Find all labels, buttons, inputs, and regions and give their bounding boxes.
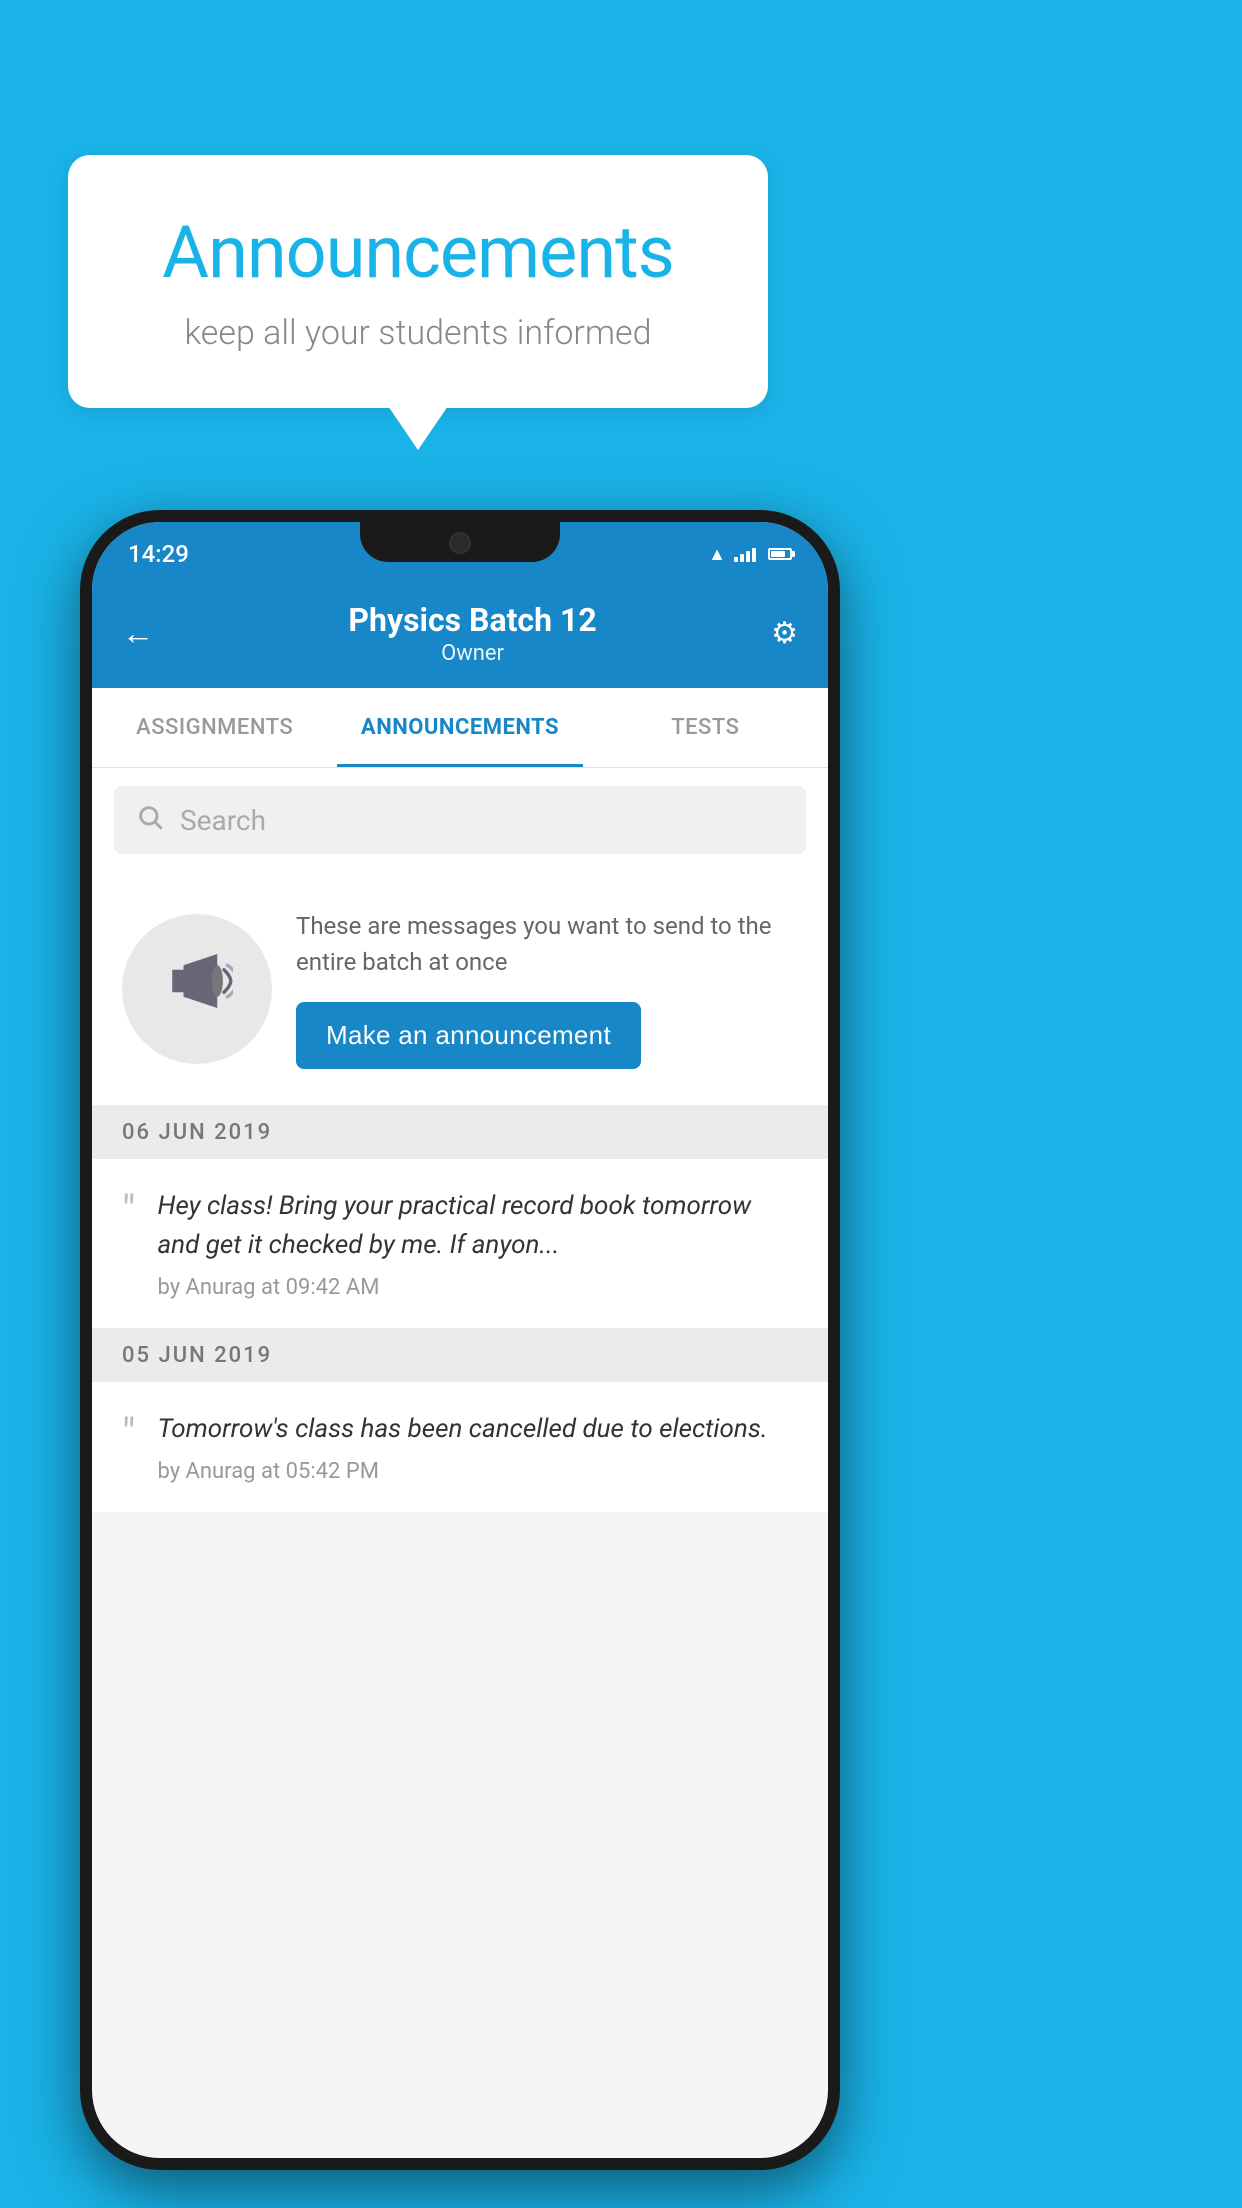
promo-description: These are messages you want to send to t… xyxy=(296,908,798,980)
announcements-subtitle: keep all your students informed xyxy=(128,313,708,353)
batch-title: Physics Batch 12 xyxy=(174,601,771,639)
quote-icon-2: " xyxy=(122,1414,135,1456)
date-separator-2: 05 JUN 2019 xyxy=(92,1329,828,1382)
battery-icon xyxy=(768,548,792,560)
promo-content: These are messages you want to send to t… xyxy=(296,908,798,1069)
wifi-icon: ▲ xyxy=(708,544,726,565)
phone-outer: 14:29 ▲ xyxy=(80,510,840,2170)
megaphone-icon xyxy=(161,945,233,1033)
search-icon xyxy=(136,803,164,838)
search-section: Search xyxy=(92,768,828,872)
announcement-text-1: Hey class! Bring your practical record b… xyxy=(157,1187,798,1265)
status-icons: ▲ xyxy=(708,544,792,565)
promo-icon-circle xyxy=(122,914,272,1064)
make-announcement-button[interactable]: Make an announcement xyxy=(296,1002,641,1069)
speech-bubble: Announcements keep all your students inf… xyxy=(68,155,768,408)
quote-icon-1: " xyxy=(122,1191,135,1233)
app-bar: ← Physics Batch 12 Owner ⚙ xyxy=(92,578,828,688)
phone-screen: 14:29 ▲ xyxy=(92,522,828,2158)
announcement-content-1: Hey class! Bring your practical record b… xyxy=(157,1187,798,1300)
tab-tests[interactable]: TESTS xyxy=(583,688,828,767)
speech-bubble-wrapper: Announcements keep all your students inf… xyxy=(68,155,768,408)
date-label-2: 05 JUN 2019 xyxy=(122,1343,272,1368)
tab-indicator xyxy=(337,764,582,767)
announcements-title: Announcements xyxy=(128,210,708,295)
settings-button[interactable]: ⚙ xyxy=(771,616,798,651)
announcement-item-1[interactable]: " Hey class! Bring your practical record… xyxy=(92,1159,828,1329)
signal-icon xyxy=(734,546,756,562)
date-label-1: 06 JUN 2019 xyxy=(122,1120,272,1145)
announcement-item-2[interactable]: " Tomorrow's class has been cancelled du… xyxy=(92,1382,828,1513)
announcement-text-2: Tomorrow's class has been cancelled due … xyxy=(157,1410,767,1449)
phone-camera xyxy=(449,532,471,554)
phone-notch xyxy=(360,522,560,562)
back-button[interactable]: ← xyxy=(122,614,154,652)
tabs-bar: ASSIGNMENTS ANNOUNCEMENTS TESTS xyxy=(92,688,828,768)
announcement-meta-2: by Anurag at 05:42 PM xyxy=(157,1459,767,1484)
search-input[interactable]: Search xyxy=(180,804,266,837)
date-separator-1: 06 JUN 2019 xyxy=(92,1106,828,1159)
search-input-wrap[interactable]: Search xyxy=(114,786,806,854)
announcement-meta-1: by Anurag at 09:42 AM xyxy=(157,1275,798,1300)
status-time: 14:29 xyxy=(128,540,189,568)
promo-card: These are messages you want to send to t… xyxy=(92,872,828,1106)
announcement-content-2: Tomorrow's class has been cancelled due … xyxy=(157,1410,767,1484)
phone-wrapper: 14:29 ▲ xyxy=(80,510,840,2170)
tab-assignments[interactable]: ASSIGNMENTS xyxy=(92,688,337,767)
app-bar-title-group: Physics Batch 12 Owner xyxy=(174,601,771,666)
batch-subtitle: Owner xyxy=(174,641,771,666)
tab-announcements[interactable]: ANNOUNCEMENTS xyxy=(337,688,582,767)
